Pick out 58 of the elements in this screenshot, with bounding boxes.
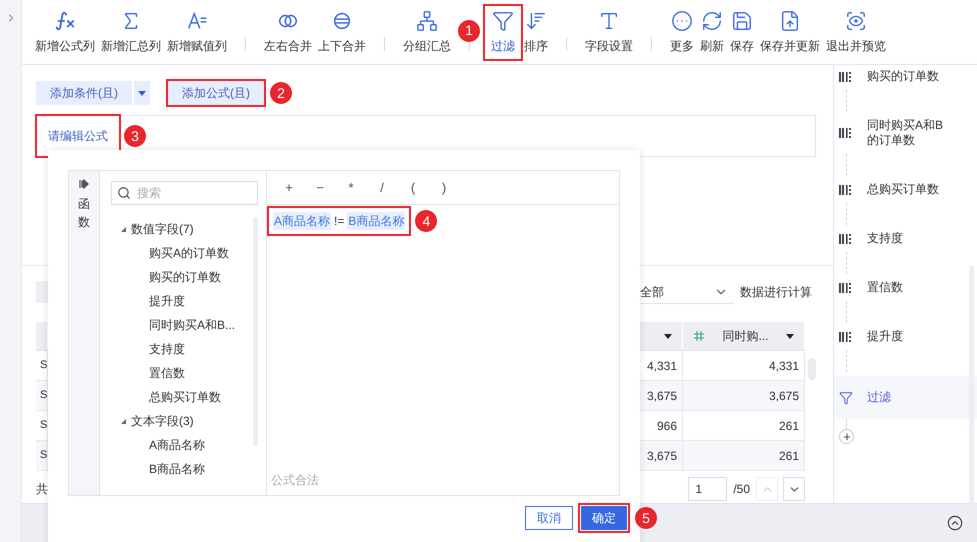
toolbar-button[interactable]: 更多	[667, 6, 697, 58]
step-item[interactable]: 置信数	[834, 278, 977, 297]
field-item[interactable]: A商品名称	[111, 433, 253, 457]
operator-button[interactable]: (	[406, 178, 420, 198]
toolbar-button[interactable]: 字段设置	[582, 6, 636, 58]
table-cell: 3,675	[683, 381, 805, 410]
confirm-button[interactable]: 确定	[581, 506, 627, 530]
step-item[interactable]: 总购买订单数	[834, 180, 977, 199]
toolbar-button[interactable]: 新增赋值列	[164, 6, 230, 58]
field-item[interactable]: 总购买订单数	[111, 385, 253, 409]
toolbar-button[interactable]: 保存	[727, 6, 757, 58]
column-header[interactable]: 同时购...	[683, 322, 805, 350]
page-field[interactable]: 1	[688, 477, 728, 501]
add-condition-button[interactable]: 添加条件(且)	[36, 81, 132, 105]
calc-label: 数据进行计算	[740, 284, 812, 301]
field-item[interactable]: 支持度	[111, 337, 253, 361]
add-formula-button[interactable]: 添加公式(且)	[168, 81, 264, 105]
toolbar-button[interactable]: 刷新	[697, 6, 727, 58]
toolbar-button[interactable]: 分组汇总	[400, 6, 454, 58]
formula-status: 公式合法	[270, 472, 320, 489]
callout-badge: 5	[635, 507, 657, 529]
operator-button[interactable]: −	[313, 178, 327, 198]
table-cell: 4,331	[683, 351, 805, 380]
total-label: 共	[36, 481, 48, 498]
field-item[interactable]: B商品名称	[111, 457, 253, 481]
formula-expression[interactable]: A商品名称 != B商品名称	[269, 208, 410, 234]
table-cell: 261	[683, 441, 805, 470]
step-item[interactable]: 同时购买A和B的订单数	[834, 116, 977, 150]
callout-badge: 1	[458, 20, 480, 42]
toolbar-button[interactable]: 新增公式列	[32, 6, 98, 58]
toolbar-button[interactable]: 排序	[521, 6, 551, 58]
toolbar-button[interactable]: 上下合并	[315, 6, 369, 58]
field-item[interactable]: 同时购买A和B...	[111, 313, 253, 337]
step-item[interactable]: 购买的订单数	[834, 67, 977, 86]
operator-button[interactable]: /	[375, 178, 389, 198]
operator-button[interactable]: )	[437, 178, 451, 198]
function-tab[interactable]: 函数	[78, 195, 90, 231]
toolbar-button[interactable]: 退出并预览	[823, 6, 889, 58]
field-group[interactable]: 数值字段(7)	[111, 217, 253, 241]
operator-button[interactable]: +	[282, 178, 296, 198]
field-item[interactable]: 置信数	[111, 361, 253, 385]
step-item[interactable]: 提升度	[834, 327, 977, 346]
field-item[interactable]: 购买的订单数	[111, 265, 253, 289]
field-item[interactable]: 购买A的订单数	[111, 241, 253, 265]
step-item[interactable]: 支持度	[834, 229, 977, 248]
step-item[interactable]: 过滤	[834, 376, 977, 419]
toolbar-button[interactable]: 新增汇总列	[98, 6, 164, 58]
table-cell: 261	[683, 411, 805, 440]
field-item[interactable]: 提升度	[111, 289, 253, 313]
toolbar-button[interactable]: 左右合并	[261, 6, 315, 58]
callout-badge: 4	[415, 210, 438, 232]
operator-button[interactable]: *	[344, 178, 358, 198]
page-total: /50	[733, 481, 750, 498]
callout-badge: 2	[270, 82, 292, 104]
toolbar-button[interactable]: 保存并更新	[757, 6, 823, 58]
cancel-button[interactable]: 取消	[525, 506, 573, 530]
field-group[interactable]: 文本字段(3)	[111, 409, 253, 433]
toolbar-button[interactable]: 过滤	[485, 6, 521, 58]
